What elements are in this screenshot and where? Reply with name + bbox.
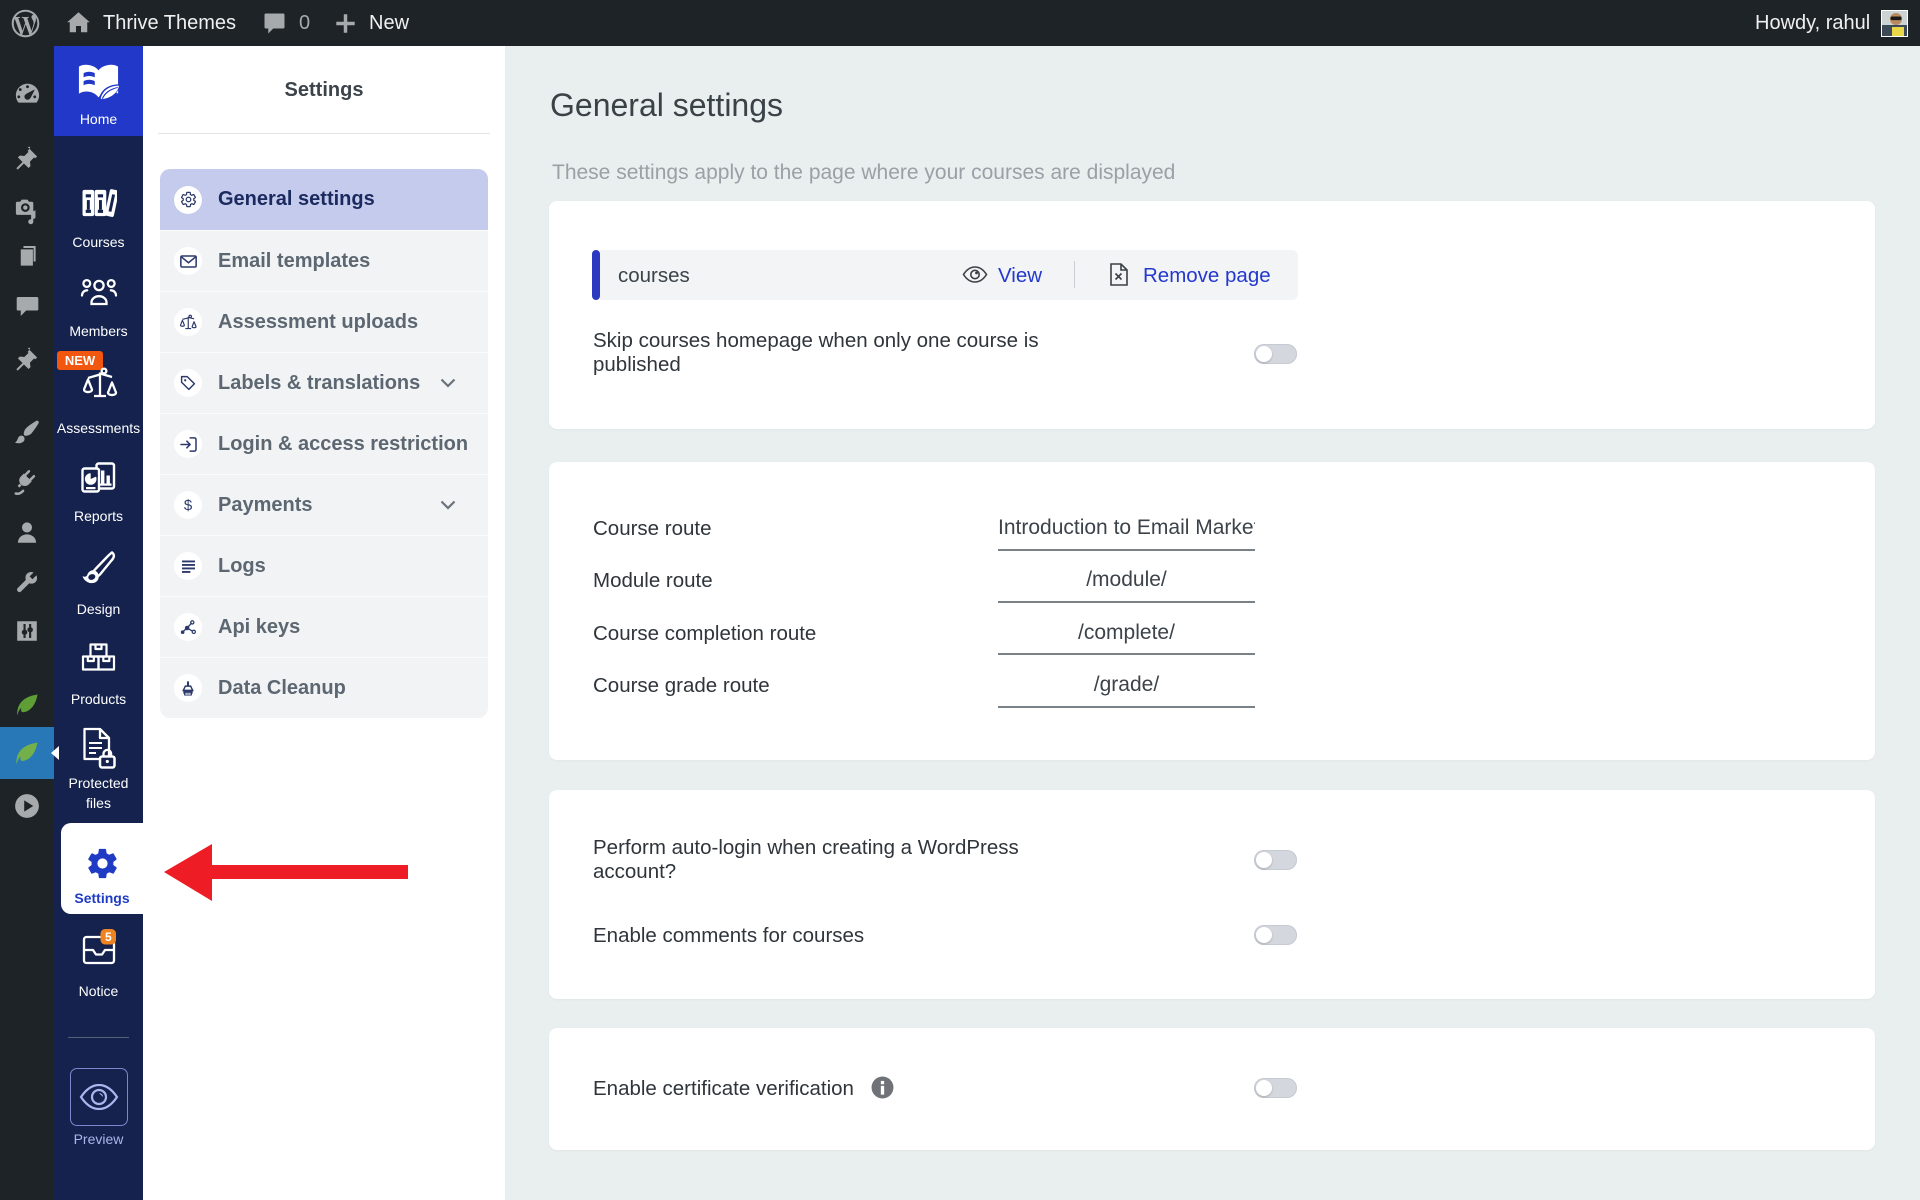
svg-text:5: 5 bbox=[104, 930, 111, 944]
svg-text:$: $ bbox=[184, 497, 193, 514]
